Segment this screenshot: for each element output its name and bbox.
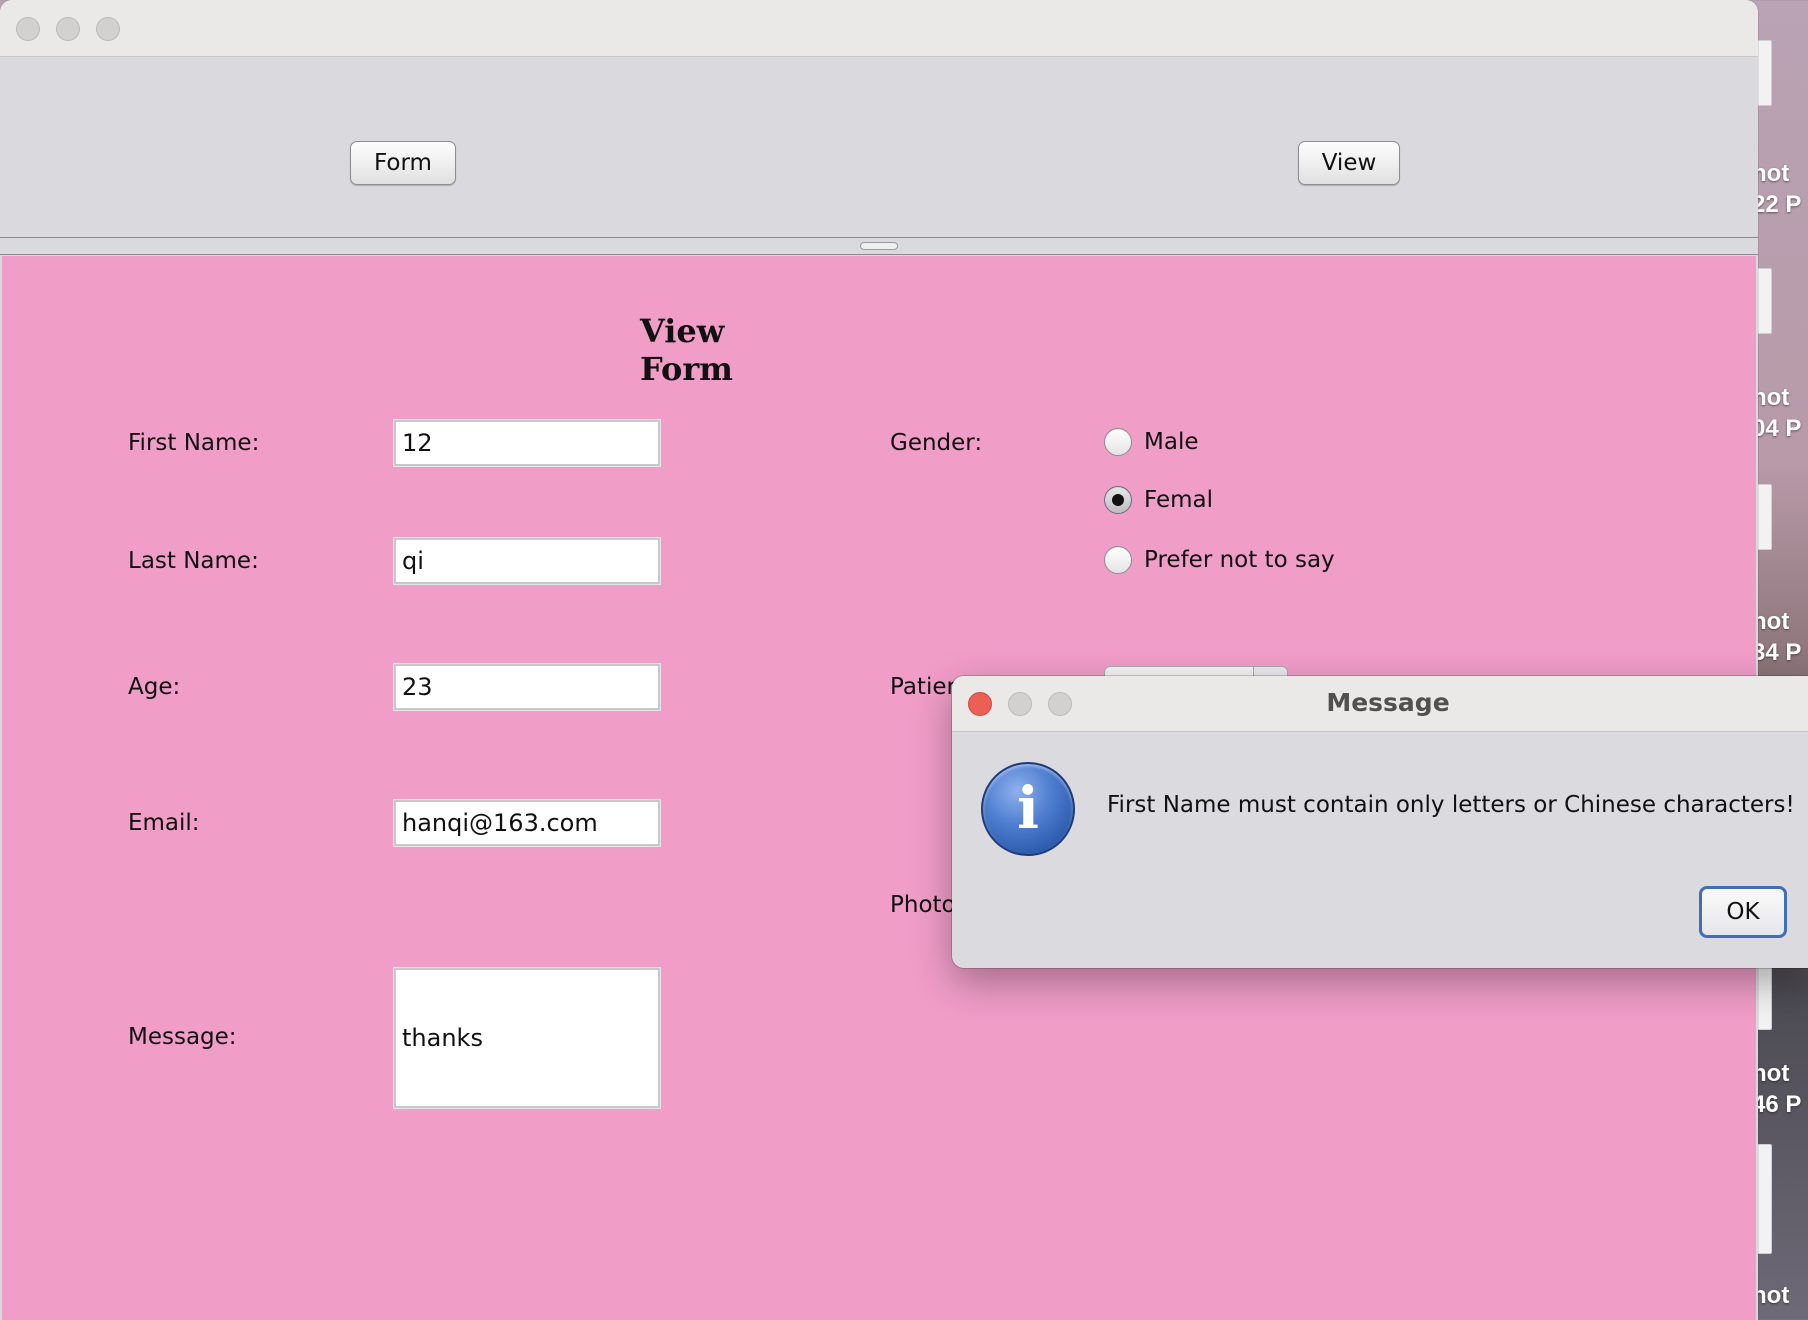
- desktop-file-label[interactable]: hot 46 P: [1752, 1058, 1808, 1120]
- desktop-file-label[interactable]: hot 04 P: [1752, 382, 1808, 444]
- gender-label: Gender:: [890, 430, 983, 456]
- divider-grip[interactable]: [860, 242, 898, 250]
- email-label: Email:: [128, 810, 200, 836]
- message-textarea[interactable]: thanks: [393, 967, 661, 1109]
- radio-button-selected[interactable]: [1104, 486, 1132, 514]
- age-field[interactable]: 23: [393, 663, 661, 711]
- radio-label: Prefer not to say: [1144, 547, 1335, 573]
- dialog-titlebar[interactable]: Message: [952, 676, 1808, 732]
- split-pane-divider[interactable]: [0, 237, 1758, 255]
- minimize-window-button[interactable]: [56, 17, 80, 41]
- ok-button[interactable]: OK: [1699, 886, 1787, 938]
- desktop-file-label[interactable]: hot 22 P: [1752, 158, 1808, 220]
- radio-label: Male: [1144, 429, 1199, 455]
- gender-option-male[interactable]: Male: [1104, 428, 1198, 456]
- email-field[interactable]: hanqi@163.com: [393, 799, 661, 847]
- radio-button[interactable]: [1104, 428, 1132, 456]
- message-label: Message:: [128, 1024, 237, 1050]
- patient-label: Patier: [890, 674, 956, 700]
- close-dialog-button[interactable]: [968, 692, 992, 716]
- minimize-dialog-button[interactable]: [1008, 692, 1032, 716]
- age-label: Age:: [128, 674, 181, 700]
- zoom-window-button[interactable]: [96, 17, 120, 41]
- navigation-pane: Form View: [0, 57, 1758, 237]
- zoom-dialog-button[interactable]: [1048, 692, 1072, 716]
- last-name-label: Last Name:: [128, 548, 259, 574]
- desktop-file-label[interactable]: hot: [1752, 1280, 1808, 1311]
- radio-button[interactable]: [1104, 546, 1132, 574]
- info-icon: i: [981, 762, 1075, 856]
- dialog-message: First Name must contain only letters or …: [1107, 792, 1795, 818]
- main-window: Form View View Form First Name: 12 Last …: [0, 0, 1758, 1320]
- first-name-field[interactable]: 12: [393, 419, 661, 467]
- window-titlebar[interactable]: [0, 0, 1758, 57]
- desktop-file-label[interactable]: hot 34 P: [1752, 606, 1808, 668]
- first-name-label: First Name:: [128, 430, 260, 456]
- gender-option-prefer-not[interactable]: Prefer not to say: [1104, 546, 1335, 574]
- last-name-field[interactable]: qi: [393, 537, 661, 585]
- form-button[interactable]: Form: [350, 141, 456, 185]
- dialog-title: Message: [1326, 688, 1450, 717]
- photo-label: Photo: [890, 892, 956, 918]
- close-window-button[interactable]: [16, 17, 40, 41]
- radio-label: Femal: [1144, 487, 1214, 513]
- gender-option-female[interactable]: Femal: [1104, 486, 1213, 514]
- message-dialog: Message i First Name must contain only l…: [952, 676, 1808, 968]
- radio-dot: [1112, 494, 1124, 506]
- page-title: View Form: [640, 312, 734, 388]
- view-button[interactable]: View: [1298, 141, 1400, 185]
